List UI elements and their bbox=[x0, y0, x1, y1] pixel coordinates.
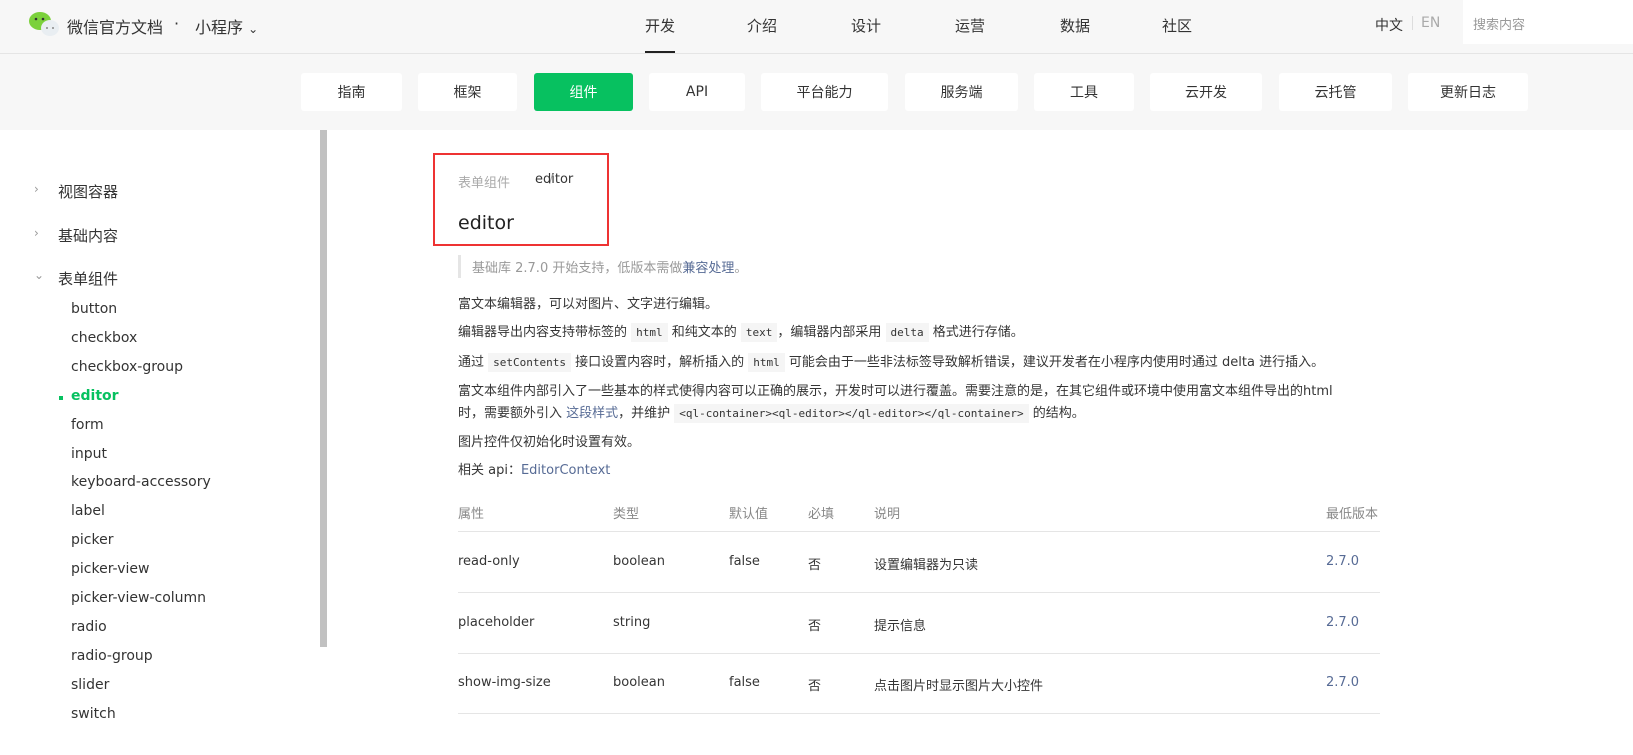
brand-title[interactable]: 微信官方文档 bbox=[67, 14, 163, 38]
support-note: 基础库 2.7.0 开始支持，低版本需做兼容处理。 bbox=[458, 255, 747, 278]
lang-en[interactable]: EN bbox=[1421, 15, 1440, 31]
subnav-guide[interactable]: 指南 bbox=[301, 73, 402, 111]
table-cell: false bbox=[729, 675, 760, 690]
th-desc: 说明 bbox=[874, 507, 901, 522]
table-cell: boolean bbox=[613, 554, 665, 569]
th-type: 类型 bbox=[613, 507, 640, 522]
subnav-api[interactable]: API bbox=[649, 73, 745, 111]
lang-divider bbox=[1412, 16, 1413, 30]
subnav-cloud-dev[interactable]: 云开发 bbox=[1150, 73, 1262, 111]
table-cell: 2.7.0 bbox=[1326, 614, 1360, 630]
subnav-server[interactable]: 服务端 bbox=[905, 73, 1018, 111]
th-version: 最低版本 bbox=[1326, 507, 1379, 522]
sidebar-item-picker-view[interactable]: picker-view bbox=[71, 561, 149, 577]
nav-dev[interactable]: 开发 bbox=[645, 15, 676, 53]
table-row-divider bbox=[458, 652, 1380, 654]
chevron-down-icon: ⌄ bbox=[248, 22, 259, 36]
table-cell: placeholder bbox=[458, 614, 535, 630]
th-attr: 属性 bbox=[458, 507, 485, 522]
style-link[interactable]: 这段样式 bbox=[566, 406, 618, 421]
table-cell: boolean bbox=[613, 675, 665, 690]
sidebar-item-input[interactable]: input bbox=[71, 446, 107, 462]
sidebar-item-keyboard-accessory[interactable]: keyboard-accessory bbox=[71, 474, 211, 490]
subnav-tools[interactable]: 工具 bbox=[1034, 73, 1134, 111]
table-cell: 2.7.0 bbox=[1326, 554, 1360, 569]
sidebar-item-form[interactable]: form bbox=[71, 417, 104, 433]
breadcrumb-current: editor bbox=[535, 172, 574, 187]
nav-operation[interactable]: 运营 bbox=[955, 15, 985, 36]
sidebar-scrollbar[interactable] bbox=[320, 130, 327, 647]
sidebar-item-button[interactable]: button bbox=[71, 301, 117, 317]
sidebar-group-basic[interactable]: 基础内容 bbox=[58, 225, 118, 246]
th-required: 必填 bbox=[808, 507, 835, 522]
sidebar-group-form[interactable]: 表单组件 bbox=[58, 268, 118, 289]
chevron-right-icon: › bbox=[34, 226, 39, 240]
table-cell: 否 bbox=[808, 679, 822, 694]
desc-p6: 相关 api：EditorContext bbox=[458, 463, 611, 478]
table-cell: read-only bbox=[458, 554, 520, 569]
sidebar-group-view[interactable]: 视图容器 bbox=[58, 181, 118, 202]
table-cell: 否 bbox=[808, 558, 822, 573]
th-default: 默认值 bbox=[729, 507, 769, 522]
note-text: 基础库 2.7.0 开始支持，低版本需做 bbox=[472, 261, 683, 276]
sidebar-item-radio[interactable]: radio bbox=[71, 619, 107, 635]
product-selector[interactable]: 小程序 ⌄ bbox=[195, 14, 258, 38]
table-cell: string bbox=[613, 614, 651, 630]
nav-design[interactable]: 设计 bbox=[851, 15, 881, 36]
table-cell: false bbox=[729, 554, 760, 569]
note-suffix: 。 bbox=[734, 261, 748, 276]
table-cell: 2.7.0 bbox=[1326, 675, 1360, 690]
page-title: editor bbox=[458, 212, 514, 234]
desc-p5: 图片控件仅初始化时设置有效。 bbox=[458, 435, 641, 450]
separator: · bbox=[174, 14, 180, 33]
nav-community[interactable]: 社区 bbox=[1162, 15, 1192, 36]
subnav-framework[interactable]: 框架 bbox=[418, 73, 517, 111]
search-input[interactable]: 搜索内容 bbox=[1463, 0, 1633, 44]
product-label: 小程序 bbox=[195, 18, 244, 37]
sidebar-item-checkbox-group[interactable]: checkbox-group bbox=[71, 359, 183, 375]
table-cell: 点击图片时显示图片大小控件 bbox=[874, 679, 1044, 694]
table-row-divider bbox=[458, 713, 1380, 714]
sidebar-item-editor[interactable]: editor bbox=[71, 388, 119, 404]
wechat-logo-icon[interactable] bbox=[28, 11, 62, 37]
nav-intro[interactable]: 介绍 bbox=[747, 15, 777, 36]
table-row-divider bbox=[458, 592, 1380, 593]
sidebar-item-picker[interactable]: picker bbox=[71, 532, 113, 548]
editor-context-link[interactable]: EditorContext bbox=[521, 463, 610, 478]
desc-p4b: 时，需要额外引入 这段样式，并维护 <ql-container><ql-edit… bbox=[458, 404, 1085, 423]
table-cell: 否 bbox=[808, 618, 822, 634]
desc-p4a: 富文本组件内部引入了一些基本的样式使得内容可以正确的展示，开发时可以进行覆盖。需… bbox=[458, 384, 1333, 399]
sidebar-item-radio-group[interactable]: radio-group bbox=[71, 648, 153, 664]
active-dot-icon bbox=[59, 395, 63, 400]
desc-p2: 编辑器导出内容支持带标签的 html 和纯文本的 text ，编辑器内部采用 de… bbox=[458, 323, 1024, 342]
table-cell: 提示信息 bbox=[874, 618, 927, 634]
subnav-platform[interactable]: 平台能力 bbox=[761, 73, 888, 111]
nav-data[interactable]: 数据 bbox=[1060, 15, 1090, 36]
desc-p1: 富文本编辑器，可以对图片、文字进行编辑。 bbox=[458, 297, 719, 312]
lang-zh[interactable]: 中文 bbox=[1375, 15, 1403, 35]
sidebar-item-label[interactable]: label bbox=[71, 503, 105, 519]
sidebar-item-checkbox[interactable]: checkbox bbox=[71, 330, 137, 346]
chevron-right-icon: › bbox=[34, 182, 39, 196]
table-cell: 设置编辑器为只读 bbox=[874, 558, 979, 573]
breadcrumb-parent[interactable]: 表单组件 bbox=[458, 172, 510, 191]
table-cell: show-img-size bbox=[458, 675, 551, 690]
sidebar-item-switch[interactable]: switch bbox=[71, 706, 116, 722]
desc-p3: 通过 setContents 接口设置内容时，解析插入的 html 可能会由于一… bbox=[458, 353, 1325, 372]
subnav-components[interactable]: 组件 bbox=[534, 73, 633, 111]
subnav-cloud-hosting[interactable]: 云托管 bbox=[1279, 73, 1392, 111]
compat-link[interactable]: 兼容处理 bbox=[682, 261, 734, 276]
table-divider bbox=[458, 531, 1380, 532]
sidebar-item-slider[interactable]: slider bbox=[71, 677, 109, 693]
chevron-down-icon: ⌄ bbox=[34, 268, 45, 282]
sidebar-item-picker-view-column[interactable]: picker-view-column bbox=[71, 590, 206, 606]
subnav-changelog[interactable]: 更新日志 bbox=[1408, 73, 1528, 111]
